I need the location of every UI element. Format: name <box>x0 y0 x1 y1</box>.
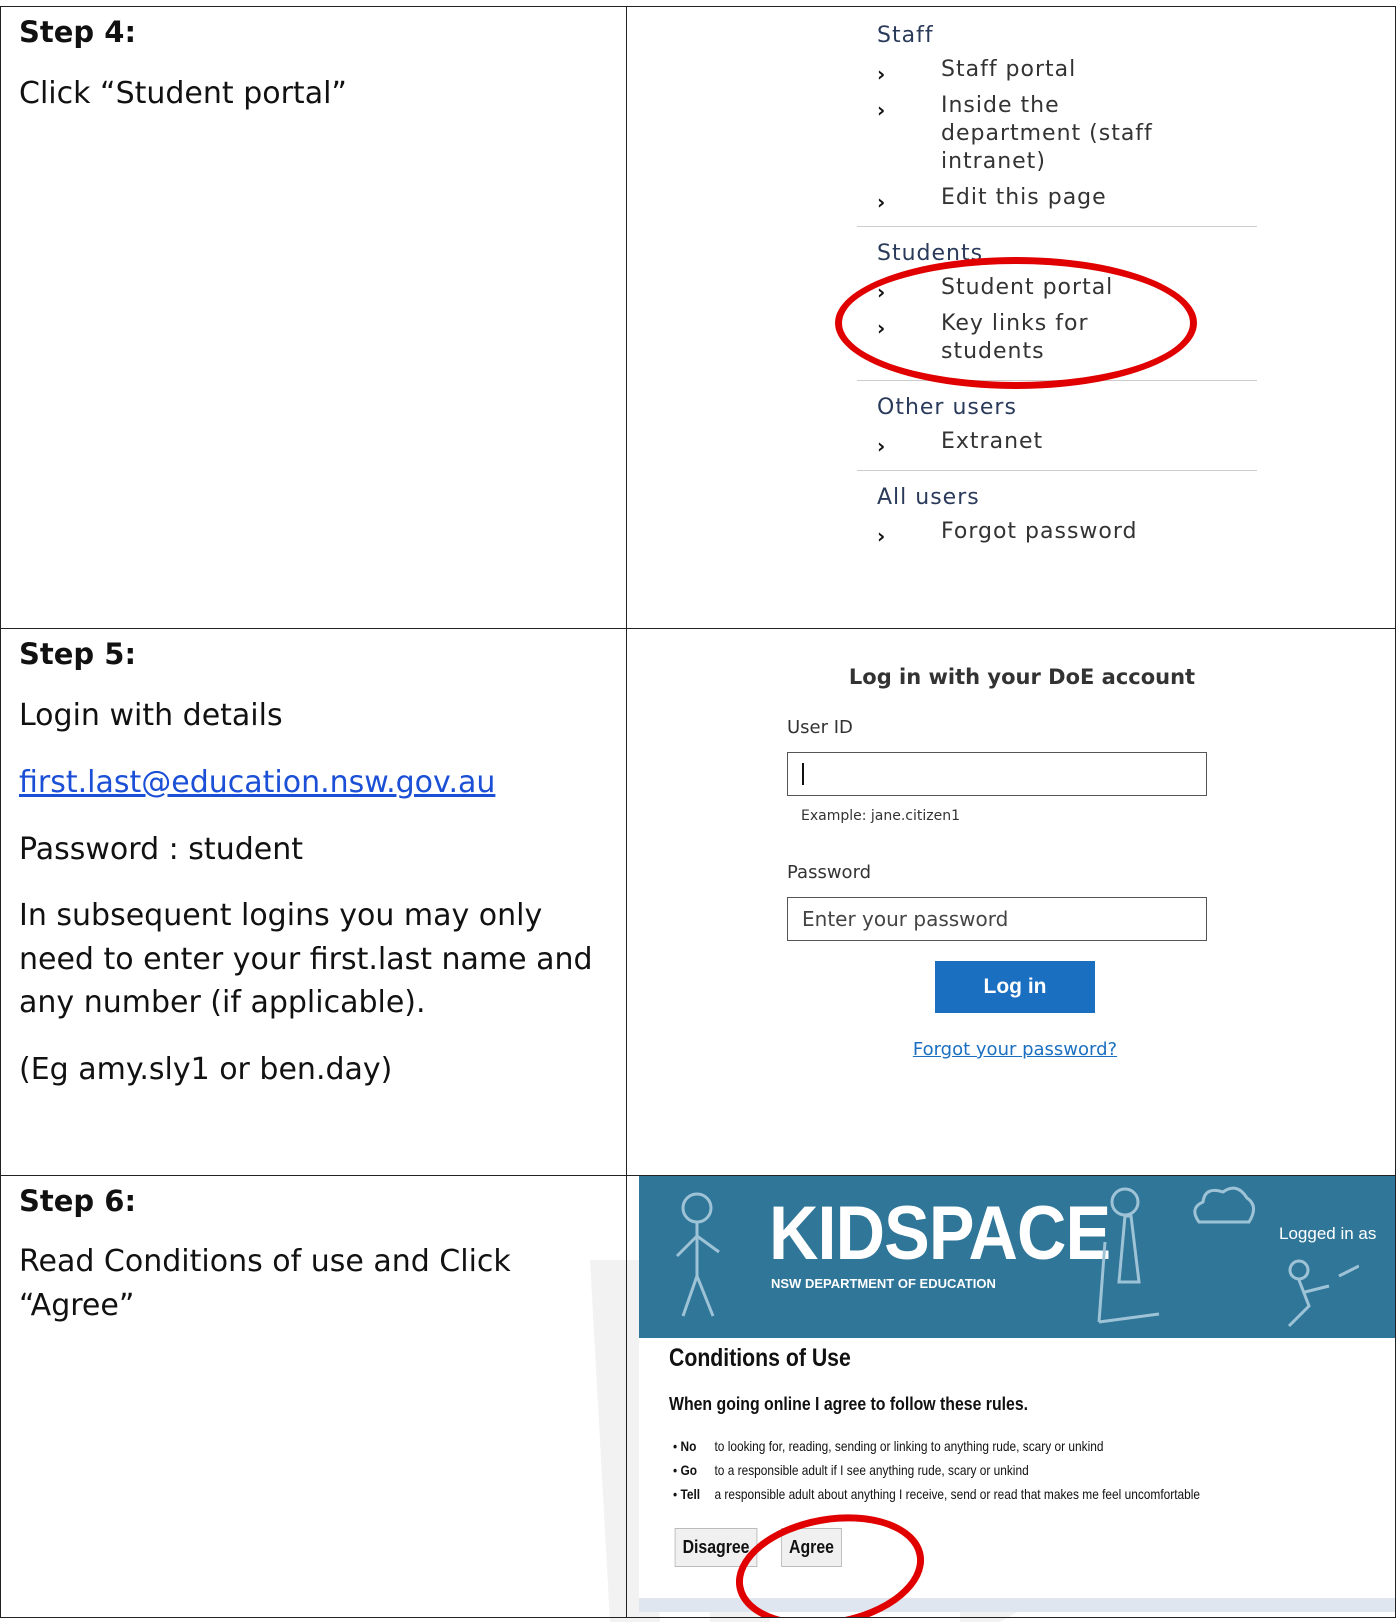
kid-scooter-icon <box>1097 1187 1160 1324</box>
step5-instructions: Step 5: Login with details first.last@ed… <box>0 628 627 1176</box>
kid-figure-icon <box>675 1192 720 1317</box>
conditions-heading: Conditions of Use <box>669 1344 851 1372</box>
chevron-right-icon: › <box>877 98 887 122</box>
steps-table: Step 4: Click “Student portal” Staff › S… <box>0 6 1396 1618</box>
highlight-circle <box>835 257 1197 389</box>
user-id-hint: Example: jane.citizen1 <box>801 808 961 824</box>
kidspace-logo: KIDSPACE <box>769 1191 1111 1276</box>
kid-skater-icon <box>1287 1259 1359 1328</box>
chevron-right-icon: › <box>877 62 887 86</box>
text-cursor <box>802 763 804 785</box>
password-label: Password <box>787 862 872 883</box>
step4-screenshot: Staff › Staff portal › Inside the depart… <box>626 6 1396 629</box>
menu-item-forgot-password[interactable]: › Forgot password <box>857 518 1257 548</box>
step5-email-link-wrap: first.last@education.nsw.gov.au <box>19 760 608 805</box>
step6-line: Read Conditions of use and Click “Agree” <box>19 1244 511 1323</box>
document-page: Step 4: Click “Student portal” Staff › S… <box>0 0 1396 1622</box>
user-id-label: User ID <box>787 717 853 738</box>
rules-list: • No to looking for, reading, sending or … <box>673 1438 1319 1510</box>
login-form: Log in with your DoE account User ID Exa… <box>787 665 1227 1060</box>
list-item: • Tell a responsible adult about anything… <box>673 1486 1201 1502</box>
step5-line: (Eg amy.sly1 or ben.day) <box>19 1051 393 1087</box>
step4-title: Step 4: <box>19 15 137 49</box>
password-input[interactable]: Enter your password <box>787 897 1207 941</box>
menu-divider <box>857 470 1257 471</box>
step4-line: Click “Student portal” <box>19 76 347 111</box>
step5-line: In subsequent logins you may only need t… <box>19 898 593 1020</box>
list-item: • Go to a responsible adult if I see anyt… <box>673 1462 1029 1478</box>
step5-title: Step 5: <box>19 637 137 671</box>
list-item: • No to looking for, reading, sending or … <box>673 1438 1104 1454</box>
login-title: Log in with your DoE account <box>848 665 1196 689</box>
user-id-input[interactable] <box>787 752 1207 796</box>
menu-heading-other: Other users <box>877 395 1017 420</box>
menu-item-inside-department[interactable]: › Inside the department (staff intranet) <box>857 92 1201 176</box>
kidspace-banner: KIDSPACE NSW DEPARTMENT OF EDUCATION Log… <box>639 1176 1395 1338</box>
chevron-right-icon: › <box>877 190 887 214</box>
step5-screenshot: Log in with your DoE account User ID Exa… <box>626 628 1396 1176</box>
menu-heading-staff: Staff <box>877 23 934 48</box>
cloud-icon <box>1193 1186 1255 1224</box>
step5-line: Password : student <box>19 832 303 867</box>
step6-title: Step 6: <box>19 1184 137 1218</box>
step5-line: Login with details <box>19 698 283 733</box>
menu-item-edit-page[interactable]: › Edit this page <box>857 184 1257 214</box>
logged-in-label: Logged in as <box>1279 1224 1377 1243</box>
step6-screenshot: KIDSPACE NSW DEPARTMENT OF EDUCATION Log… <box>626 1175 1396 1618</box>
login-button[interactable]: Log in <box>935 961 1095 1013</box>
chevron-right-icon: › <box>877 434 887 458</box>
kidspace-subtitle: NSW DEPARTMENT OF EDUCATION <box>771 1276 996 1291</box>
chevron-right-icon: › <box>877 524 887 548</box>
step4-instructions: Step 4: Click “Student portal” <box>0 6 627 629</box>
menu-divider <box>857 226 1257 227</box>
menu-item-extranet[interactable]: › Extranet <box>857 428 1257 458</box>
conditions-subheading: When going online I agree to follow thes… <box>669 1394 1029 1414</box>
email-link[interactable]: first.last@education.nsw.gov.au <box>19 765 495 800</box>
menu-heading-all: All users <box>877 485 980 510</box>
step6-instructions: Step 6: Read Conditions of use and Click… <box>0 1175 627 1618</box>
forgot-password-link[interactable]: Forgot your password? <box>795 1039 1235 1060</box>
menu-item-staff-portal[interactable]: › Staff portal <box>857 56 1257 86</box>
